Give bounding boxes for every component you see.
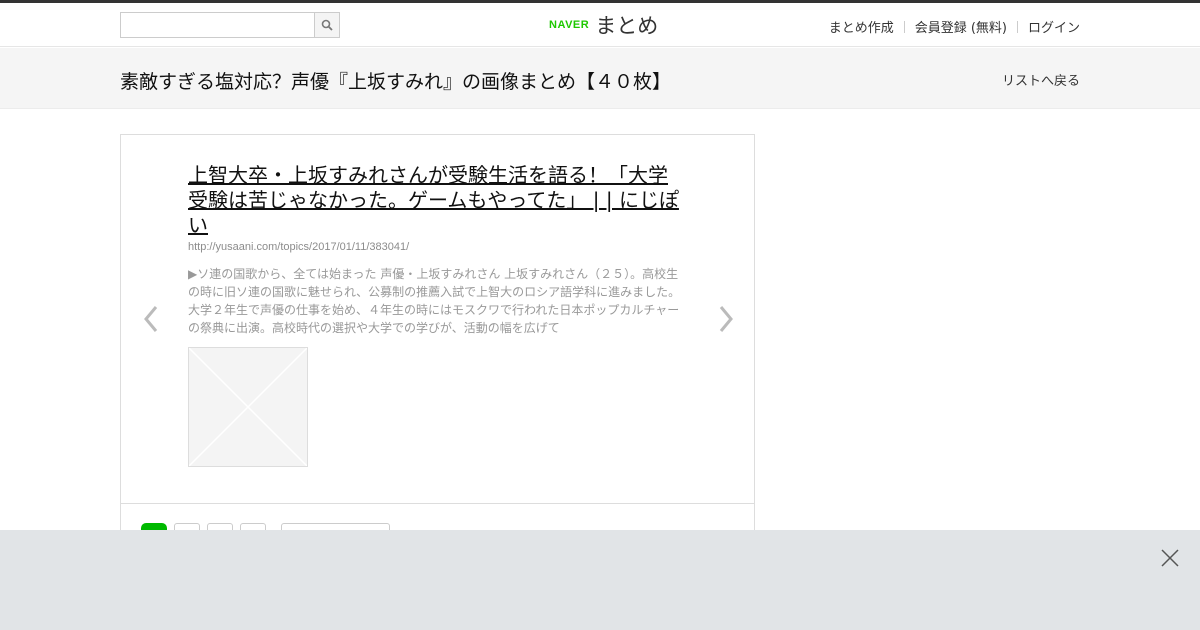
naver-matome-logo[interactable]: NAVER まとめ (549, 12, 658, 38)
search-icon (321, 19, 333, 31)
ad-overlay (0, 530, 1200, 630)
logo-matome-text: まとめ (595, 14, 659, 38)
nav-register[interactable]: 会員登録 (無料) (915, 17, 1007, 36)
link-url[interactable]: http://yusaani.com/topics/2017/01/11/383… (188, 241, 409, 253)
next-arrow-button[interactable] (714, 301, 738, 337)
logo-naver-text: NAVER (549, 19, 590, 31)
search-box (120, 12, 340, 38)
back-to-list-link[interactable]: リストへ戻る (1002, 70, 1080, 89)
ad-close-button[interactable] (1160, 548, 1180, 568)
nav-separator (1016, 20, 1018, 33)
page-title: 素敵すぎる塩対応？声優『上坂すみれ』の画像まとめ【４０枚】 (120, 71, 672, 93)
search-input[interactable] (121, 13, 315, 37)
title-bar: 素敵すぎる塩対応？声優『上坂すみれ』の画像まとめ【４０枚】 リストへ戻る (0, 48, 1200, 109)
prev-arrow-button[interactable] (139, 301, 163, 337)
link-card: 上智大卒・上坂すみれさんが受験生活を語る！「大学受験は苦じゃなかった。ゲームもや… (120, 134, 755, 554)
image-placeholder-icon (188, 347, 308, 467)
link-title[interactable]: 上智大卒・上坂すみれさんが受験生活を語る！「大学受験は苦じゃなかった。ゲームもや… (188, 163, 683, 238)
nav-separator (903, 20, 905, 33)
link-description: ▶ソ連の国歌から、全ては始まった 声優・上坂すみれさん 上坂すみれさん（２５）。… (188, 267, 681, 335)
link-thumbnail[interactable] (188, 347, 308, 467)
search-button[interactable] (314, 13, 339, 37)
site-header: NAVER まとめ まとめ作成 会員登録 (無料) ログイン (0, 3, 1200, 47)
chevron-right-icon (719, 306, 733, 332)
card-divider (121, 503, 754, 504)
chevron-left-icon (144, 306, 158, 332)
header-nav: まとめ作成 会員登録 (無料) ログイン (829, 17, 1080, 36)
close-icon (1161, 549, 1179, 567)
nav-login[interactable]: ログイン (1028, 17, 1080, 36)
nav-create-matome[interactable]: まとめ作成 (829, 17, 894, 36)
